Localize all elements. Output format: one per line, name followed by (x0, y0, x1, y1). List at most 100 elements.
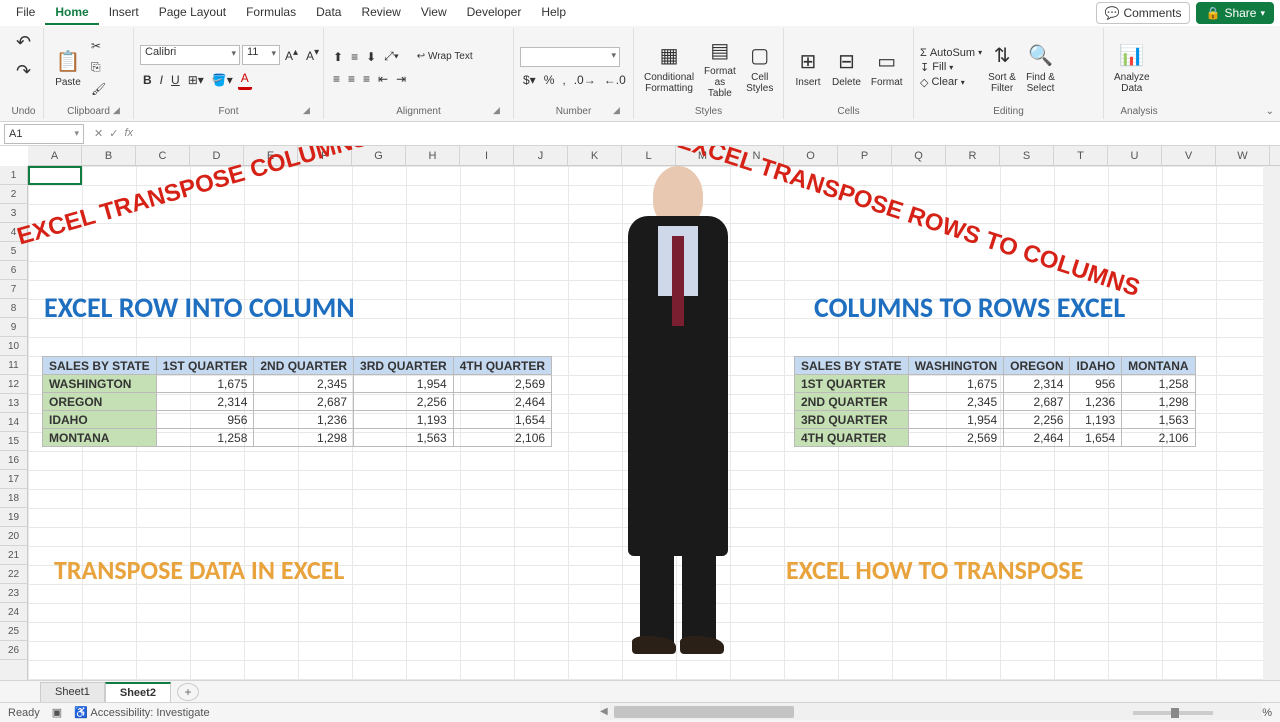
row-header[interactable]: 17 (0, 470, 27, 489)
cell-styles-button[interactable]: ▢Cell Styles (742, 38, 778, 98)
add-sheet-button[interactable]: + (177, 683, 199, 701)
column-header[interactable]: R (946, 146, 1000, 165)
format-painter-button[interactable]: 🖌 (88, 80, 109, 98)
row-header[interactable]: 21 (0, 546, 27, 565)
row-header[interactable]: 18 (0, 489, 27, 508)
row-header[interactable]: 13 (0, 394, 27, 413)
column-header[interactable]: H (406, 146, 460, 165)
align-center-button[interactable]: ≡ (345, 70, 358, 88)
menu-tab-view[interactable]: View (411, 1, 457, 25)
align-right-button[interactable]: ≡ (360, 70, 373, 88)
menu-tab-data[interactable]: Data (306, 1, 351, 25)
vertical-scrollbar[interactable] (1263, 166, 1280, 680)
format-cells-button[interactable]: ▭Format (867, 43, 907, 92)
row-header[interactable]: 12 (0, 375, 27, 394)
decrease-font-button[interactable]: A▾ (303, 45, 322, 65)
font-dialog-launcher[interactable]: ◢ (303, 105, 315, 117)
row-header[interactable]: 22 (0, 565, 27, 584)
paste-button[interactable]: 📋Paste (50, 43, 86, 92)
column-header[interactable]: Q (892, 146, 946, 165)
row-header[interactable]: 4 (0, 223, 27, 242)
accessibility-status[interactable]: ♿ Accessibility: Investigate (74, 706, 209, 719)
column-header[interactable]: V (1162, 146, 1216, 165)
format-as-table-button[interactable]: ▤Format as Table (700, 32, 740, 103)
row-header[interactable]: 5 (0, 242, 27, 261)
fill-color-button[interactable]: 🪣▾ (209, 71, 236, 89)
undo-button[interactable]: ↶ (13, 30, 34, 55)
decrease-decimal-button[interactable]: ←.0 (601, 71, 629, 89)
menu-tab-help[interactable]: Help (531, 1, 576, 25)
delete-cells-button[interactable]: ⊟Delete (828, 43, 865, 92)
collapse-ribbon-button[interactable]: ⌄ (1266, 106, 1274, 117)
clipboard-dialog-launcher[interactable]: ◢ (113, 105, 125, 117)
column-header[interactable]: E (244, 146, 298, 165)
sort-filter-button[interactable]: ⇅Sort & Filter (984, 38, 1020, 98)
column-header[interactable]: P (838, 146, 892, 165)
align-left-button[interactable]: ≡ (330, 70, 343, 88)
column-header[interactable]: J (514, 146, 568, 165)
align-top-button[interactable]: ⬆ (330, 48, 346, 66)
menu-tab-file[interactable]: File (6, 1, 45, 25)
font-color-button[interactable]: A (238, 69, 252, 90)
align-middle-button[interactable]: ≡ (348, 48, 361, 66)
column-header[interactable]: U (1108, 146, 1162, 165)
clear-button[interactable]: ◇Clear▾ (920, 76, 982, 89)
decrease-indent-button[interactable]: ⇤ (375, 70, 391, 88)
row-header[interactable]: 26 (0, 641, 27, 660)
percent-button[interactable]: % (541, 71, 558, 89)
increase-decimal-button[interactable]: .0→ (571, 71, 599, 89)
underline-button[interactable]: U (168, 71, 183, 89)
increase-indent-button[interactable]: ⇥ (393, 70, 409, 88)
row-header[interactable]: 25 (0, 622, 27, 641)
cut-button[interactable]: ✂ (88, 37, 109, 55)
row-header[interactable]: 6 (0, 261, 27, 280)
column-header[interactable]: S (1000, 146, 1054, 165)
row-header[interactable]: 9 (0, 318, 27, 337)
fx-icon[interactable]: fx (124, 127, 133, 140)
row-header[interactable]: 14 (0, 413, 27, 432)
zoom-slider[interactable] (1133, 711, 1213, 715)
row-header[interactable]: 2 (0, 185, 27, 204)
find-select-button[interactable]: 🔍Find & Select (1022, 38, 1059, 98)
row-header[interactable]: 3 (0, 204, 27, 223)
formula-input[interactable] (139, 124, 1280, 144)
column-header[interactable]: B (82, 146, 136, 165)
menu-tab-insert[interactable]: Insert (99, 1, 149, 25)
menu-tab-review[interactable]: Review (351, 1, 410, 25)
cancel-formula-button[interactable]: ✕ (94, 127, 103, 140)
comma-button[interactable]: , (559, 71, 568, 89)
font-size-select[interactable]: 11 (242, 45, 280, 65)
sheet-tab[interactable]: Sheet2 (105, 682, 171, 702)
increase-font-button[interactable]: A▴ (282, 45, 301, 65)
cells-area[interactable]: EXCEL TRANSPOSE COLUMNS TO ROWS EXCEL TR… (28, 166, 1280, 680)
column-header[interactable]: A (28, 146, 82, 165)
autosum-button[interactable]: ΣAutoSum▾ (920, 47, 982, 59)
wrap-text-button[interactable]: ↩ Wrap Text (414, 49, 476, 64)
menu-tab-page-layout[interactable]: Page Layout (149, 1, 236, 25)
menu-tab-home[interactable]: Home (45, 1, 98, 25)
redo-button[interactable]: ↷ (13, 59, 34, 84)
row-header[interactable]: 10 (0, 337, 27, 356)
align-bottom-button[interactable]: ⬇ (363, 48, 379, 66)
fill-button[interactable]: ↧Fill▾ (920, 61, 982, 74)
column-header[interactable]: G (352, 146, 406, 165)
conditional-formatting-button[interactable]: ▦Conditional Formatting (640, 38, 698, 98)
sheet-tab[interactable]: Sheet1 (40, 682, 105, 702)
alignment-dialog-launcher[interactable]: ◢ (493, 105, 505, 117)
border-button[interactable]: ⊞▾ (185, 71, 207, 89)
column-header[interactable]: F (298, 146, 352, 165)
enter-formula-button[interactable]: ✓ (109, 127, 118, 140)
bold-button[interactable]: B (140, 71, 155, 89)
name-box[interactable]: A1▾ (4, 124, 84, 144)
column-header[interactable]: W (1216, 146, 1270, 165)
row-header[interactable]: 16 (0, 451, 27, 470)
comments-button[interactable]: 💬Comments (1096, 2, 1191, 24)
copy-button[interactable]: ⎘ (88, 58, 109, 77)
row-header[interactable]: 1 (0, 166, 27, 185)
row-header[interactable]: 19 (0, 508, 27, 527)
font-name-select[interactable]: Calibri (140, 45, 240, 65)
number-dialog-launcher[interactable]: ◢ (613, 105, 625, 117)
orientation-button[interactable]: ⤢▾ (381, 47, 402, 66)
macro-icon[interactable]: ▣ (52, 706, 62, 719)
number-format-select[interactable] (520, 47, 620, 67)
